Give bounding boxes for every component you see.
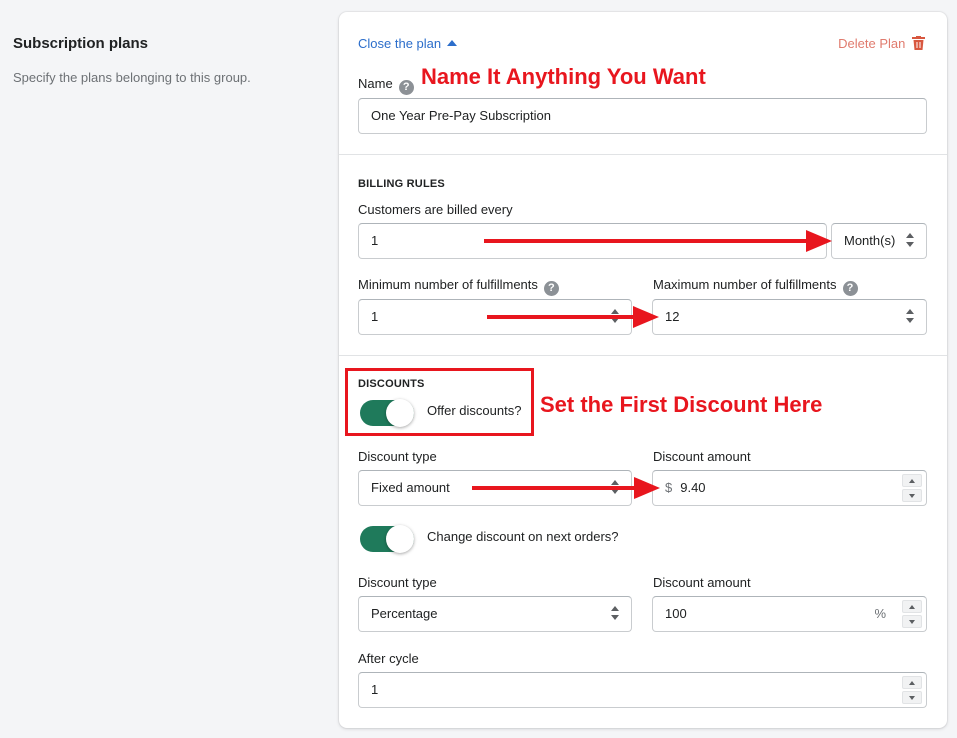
question-circle-icon[interactable]: ?: [543, 281, 559, 296]
number-spinner[interactable]: [902, 676, 922, 704]
delete-plan-label: Delete Plan: [838, 36, 906, 51]
select-arrows-icon: [906, 233, 916, 249]
discount-amount-value: 9.40: [680, 480, 706, 495]
discount-amount-input[interactable]: $9.40: [652, 470, 927, 506]
after-cycle-value: 1: [371, 682, 379, 697]
decrement-icon[interactable]: [902, 489, 922, 502]
left-panel: Subscription plans Specify the plans bel…: [13, 35, 313, 85]
decrement-icon[interactable]: [902, 615, 922, 628]
divider: [339, 355, 947, 356]
question-circle-icon[interactable]: ?: [842, 281, 858, 296]
discount-highlight-box: [345, 368, 534, 436]
max-fulfillments-label-row: Maximum number of fulfillments?: [653, 277, 858, 296]
name-label-row: Name?: [358, 76, 414, 95]
trash-icon: [912, 36, 925, 50]
question-circle-icon[interactable]: ?: [398, 80, 414, 95]
number-spinner[interactable]: [902, 600, 922, 628]
min-fulfillments-label: Minimum number of fulfillments: [358, 277, 538, 292]
name-annotation: Name It Anything You Want: [421, 64, 706, 89]
close-plan-label: Close the plan: [358, 36, 442, 51]
next-discount-amount-value: 100: [665, 606, 687, 621]
billing-interval-select[interactable]: Month(s): [831, 223, 927, 259]
increment-icon[interactable]: [902, 676, 922, 689]
after-cycle-input[interactable]: 1: [358, 672, 927, 708]
plan-name-value: One Year Pre-Pay Subscription: [371, 108, 551, 123]
arrow-to-max: [487, 306, 659, 328]
billed-every-label: Customers are billed every: [358, 202, 513, 217]
currency-prefix: $: [665, 480, 673, 495]
section-title: Subscription plans: [13, 35, 149, 52]
change-discount-toggle[interactable]: [360, 525, 414, 553]
change-discount-label: Change discount on next orders?: [427, 529, 619, 544]
max-fulfillments-value: 12: [665, 309, 680, 324]
select-arrows-icon: [906, 309, 916, 325]
caret-up-icon: [447, 40, 458, 46]
discount-type-label: Discount type: [358, 449, 437, 464]
discount-amount-label: Discount amount: [653, 449, 751, 464]
discount-annotation: Set the First Discount Here: [540, 392, 823, 417]
delete-plan-button[interactable]: Delete Plan: [838, 36, 925, 51]
increment-icon[interactable]: [902, 600, 922, 613]
number-spinner[interactable]: [902, 474, 922, 502]
toggle-knob: [386, 525, 414, 553]
next-discount-type-select[interactable]: Percentage: [358, 596, 632, 632]
section-description: Specify the plans belonging to this grou…: [13, 70, 251, 85]
discount-type-value: Fixed amount: [371, 480, 450, 495]
name-label: Name: [358, 76, 393, 91]
billing-rules-heading: BILLING RULES: [358, 178, 445, 190]
billed-every-value: 1: [371, 233, 379, 248]
min-fulfillments-value: 1: [371, 309, 379, 324]
max-fulfillments-label: Maximum number of fulfillments: [653, 277, 837, 292]
close-plan-link[interactable]: Close the plan: [358, 36, 458, 51]
next-discount-type-label: Discount type: [358, 575, 437, 590]
billing-interval-value: Month(s): [844, 233, 896, 248]
select-arrows-icon: [611, 606, 621, 622]
increment-icon[interactable]: [902, 474, 922, 487]
next-discount-amount-input[interactable]: 100 %: [652, 596, 927, 632]
arrow-to-amount: [472, 477, 660, 499]
max-fulfillments-select[interactable]: 12: [652, 299, 927, 335]
percent-suffix: %: [874, 606, 886, 621]
divider: [339, 154, 947, 155]
arrow-to-interval: [484, 230, 832, 252]
after-cycle-label: After cycle: [358, 651, 419, 666]
plan-name-input[interactable]: One Year Pre-Pay Subscription: [358, 98, 927, 134]
next-discount-type-value: Percentage: [371, 606, 438, 621]
decrement-icon[interactable]: [902, 691, 922, 704]
min-fulfillments-label-row: Minimum number of fulfillments?: [358, 277, 559, 296]
next-discount-amount-label: Discount amount: [653, 575, 751, 590]
